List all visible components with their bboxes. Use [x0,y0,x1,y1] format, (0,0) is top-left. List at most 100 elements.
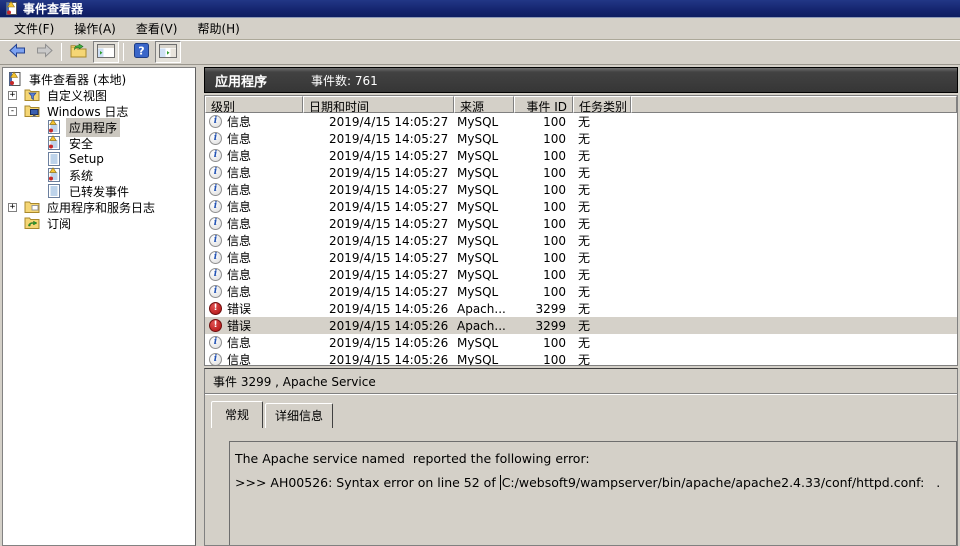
log-name: 应用程序 [215,71,267,90]
folder-icon [24,199,40,215]
cell-level: i信息 [205,250,303,266]
cell-date: 2019/4/15 14:05:26 [303,335,454,351]
cell-category: 无 [573,335,631,351]
cell-date: 2019/4/15 14:05:27 [303,148,454,164]
preview-tabs: 常规 详细信息 [205,394,957,428]
help-button[interactable]: ? [128,41,154,63]
column-header-1[interactable]: 日期和时间 [303,96,454,113]
cell-source: MySQL [454,114,514,130]
cell-event-id: 100 [514,250,573,266]
column-header-2[interactable]: 来源 [454,96,514,113]
tree-item[interactable]: 安全 [3,135,195,151]
menu-action[interactable]: 操作(A) [64,17,126,40]
svg-text:?: ? [138,45,144,58]
tree-item[interactable]: 订阅 [3,215,195,231]
cell-event-id: 100 [514,148,573,164]
cell-source: Apach... [454,301,514,317]
level-text: 信息 [227,148,251,164]
console-tree-toggle-button[interactable] [93,41,119,63]
event-row[interactable]: !错误 2019/4/15 14:05:26 Apach... 3299 无 [205,300,957,317]
folder-open-icon [70,43,88,61]
info-icon: i [209,166,222,179]
column-header-3[interactable]: 事件 ID [514,96,573,113]
event-row[interactable]: i信息 2019/4/15 14:05:27 MySQL 100 无 [205,283,957,300]
column-header-0[interactable]: 级别 [205,96,303,113]
cell-category: 无 [573,216,631,232]
cell-date: 2019/4/15 14:05:26 [303,318,454,334]
cell-event-id: 100 [514,131,573,147]
tree-item[interactable]: 应用程序 [3,119,195,135]
event-row[interactable]: i信息 2019/4/15 14:05:27 MySQL 100 无 [205,232,957,249]
log-header-bar: 应用程序 事件数: 761 [204,67,958,93]
tree-item[interactable]: + 应用程序和服务日志 [3,199,195,215]
panel-splitter[interactable] [196,65,204,546]
event-row[interactable]: i信息 2019/4/15 14:05:27 MySQL 100 无 [205,249,957,266]
event-row[interactable]: i信息 2019/4/15 14:05:27 MySQL 100 无 [205,198,957,215]
action-pane-toggle-button[interactable] [155,41,181,63]
level-text: 信息 [227,165,251,181]
log-alert-icon [46,119,62,135]
cell-category: 无 [573,301,631,317]
log-icon [46,151,62,167]
event-viewer-icon [6,71,22,87]
log-alert-icon [46,135,62,151]
cell-event-id: 100 [514,352,573,366]
tab-details[interactable]: 详细信息 [265,403,333,428]
window-title: 事件查看器 [23,0,83,17]
console-tree-icon [97,44,115,61]
folder-computer-icon [24,103,40,119]
cell-event-id: 100 [514,165,573,181]
cell-date: 2019/4/15 14:05:27 [303,131,454,147]
back-arrow-icon [8,43,27,61]
event-row[interactable]: i信息 2019/4/15 14:05:26 MySQL 100 无 [205,351,957,365]
cell-category: 无 [573,114,631,130]
tree-expander[interactable]: - [8,107,17,116]
info-icon: i [209,251,222,264]
column-header-4[interactable]: 任务类别 [573,96,631,113]
event-row[interactable]: i信息 2019/4/15 14:05:27 MySQL 100 无 [205,266,957,283]
cell-level: i 信息 [205,165,303,181]
open-saved-log-button[interactable] [66,41,92,63]
event-row[interactable]: i信息 2019/4/15 14:05:27 MySQL 100 无 [205,147,957,164]
event-list: 级别日期和时间来源事件 ID任务类别 i信息 2019/4/15 14:05:2… [204,95,958,366]
tree-expander[interactable]: + [8,91,17,100]
cell-source: MySQL [454,216,514,232]
cell-date: 2019/4/15 14:05:27 [303,267,454,283]
menu-help[interactable]: 帮助(H) [187,17,249,40]
cell-date: 2019/4/15 14:05:27 [303,216,454,232]
cell-source: MySQL [454,131,514,147]
message-line-2-path: C:/websoft9/wampserver/bin/apache/apache… [502,475,941,490]
back-button[interactable] [4,41,30,63]
event-row[interactable]: i信息 2019/4/15 14:05:27 MySQL 100 无 [205,181,957,198]
forward-button[interactable] [31,41,57,63]
cell-level: i信息 [205,352,303,366]
titlebar: 事件查看器 [0,0,960,18]
event-row[interactable]: i信息 2019/4/15 14:05:27 MySQL 100 无 [205,130,957,147]
event-row[interactable]: i信息 2019/4/15 14:05:27 MySQL 100 无 [205,215,957,232]
event-viewer-window: 事件查看器 文件(F) 操作(A) 查看(V) 帮助(H) [0,0,960,546]
cell-event-id: 100 [514,216,573,232]
error-icon: ! [209,319,222,332]
level-text: 信息 [227,284,251,300]
event-row[interactable]: i信息 2019/4/15 14:05:27 MySQL 100 无 [205,113,957,130]
cell-event-id: 100 [514,267,573,283]
cell-event-id: 3299 [514,301,573,317]
event-row[interactable]: i信息 2019/4/15 14:05:27 MySQL 100 无 [205,164,957,181]
level-text: 信息 [227,233,251,249]
cell-event-id: 100 [514,335,573,351]
cell-category: 无 [573,199,631,215]
menu-file[interactable]: 文件(F) [4,17,64,40]
tree-expander[interactable]: + [8,203,17,212]
cell-category: 无 [573,267,631,283]
cell-source: MySQL [454,199,514,215]
toolbar: ? [0,40,960,65]
tab-general[interactable]: 常规 [211,401,263,428]
tree-item[interactable]: Setup [3,151,195,167]
cell-date: 2019/4/15 14:05:27 [303,250,454,266]
menu-view[interactable]: 查看(V) [126,17,188,40]
cell-event-id: 100 [514,284,573,300]
event-row[interactable]: !错误 2019/4/15 14:05:26 Apach... 3299 无 [205,317,957,334]
cell-source: MySQL [454,165,514,181]
message-line-1: The Apache service named reported the fo… [235,451,950,466]
event-row[interactable]: i信息 2019/4/15 14:05:26 MySQL 100 无 [205,334,957,351]
